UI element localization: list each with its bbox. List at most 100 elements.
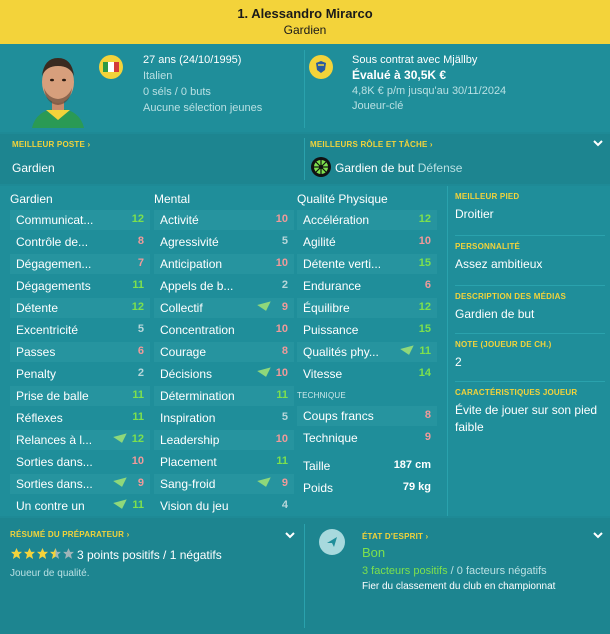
attribute-value: 2	[281, 279, 288, 291]
attribute-name: Relances à l...	[16, 433, 93, 447]
mood-label[interactable]: ÉTAT D'ESPRIT ›	[362, 532, 428, 541]
attribute-row[interactable]: Détente 12	[10, 298, 150, 318]
attribute-row[interactable]: Activité 10	[154, 210, 294, 230]
attribute-row[interactable]: Collectif 9	[154, 298, 294, 318]
attribute-name: Leadership	[160, 433, 220, 447]
attribute-row[interactable]: Appels de b... 2	[154, 276, 294, 296]
contract-club[interactable]: Sous contrat avec Mjällby	[352, 54, 477, 66]
attribute-row[interactable]: Endurance 6	[297, 276, 437, 296]
divider	[455, 333, 605, 334]
best-position-label[interactable]: MEILLEUR POSTE ›	[12, 140, 90, 149]
attribute-row[interactable]: Inspiration 5	[154, 408, 294, 428]
attribute-value: 11	[276, 389, 288, 401]
attribute-value: 14	[418, 367, 431, 379]
attribute-row[interactable]: Prise de balle 11	[10, 386, 150, 406]
mood-separator: /	[450, 565, 454, 577]
attribute-name: Courage	[160, 345, 207, 359]
star-icon	[50, 548, 61, 559]
info-value: 2	[455, 355, 462, 369]
attribute-row[interactable]: Vitesse 14	[297, 364, 437, 384]
attribute-row[interactable]: Communicat... 12	[10, 210, 150, 230]
divider	[304, 138, 305, 180]
attribute-value: 11	[419, 345, 431, 357]
info-label: MEILLEUR PIED	[455, 192, 520, 201]
attribute-row[interactable]: Accélération 12	[297, 210, 437, 230]
attribute-name: Détermination	[160, 389, 235, 403]
technique-attributes: Coups francs 8 Technique 9	[297, 406, 437, 450]
physical-header: Qualité Physique	[297, 192, 388, 206]
attribute-value: 10	[418, 235, 431, 247]
best-role-label[interactable]: MEILLEURS RÔLE ET TÂCHE ›	[310, 140, 433, 149]
attribute-row[interactable]: Décisions 10	[154, 364, 294, 384]
player-position: Gardien	[283, 23, 327, 37]
attribute-name: Endurance	[303, 279, 362, 293]
attribute-row[interactable]: Technique 9	[297, 428, 437, 448]
attribute-name: Passes	[16, 345, 56, 359]
attribute-row[interactable]: Contrôle de... 8	[10, 232, 150, 252]
attribute-row[interactable]: Sorties dans... 9	[10, 474, 150, 494]
attribute-row[interactable]: Coups francs 8	[297, 406, 437, 426]
player-value: Évalué à 30,5K €	[352, 68, 447, 82]
attribute-value: 12	[418, 213, 431, 225]
attribute-value: 10	[275, 367, 288, 379]
attribute-row[interactable]: Agressivité 5	[154, 232, 294, 252]
attribute-row[interactable]: Passes 6	[10, 342, 150, 362]
attribute-row[interactable]: Équilibre 12	[297, 298, 437, 318]
mood-value: Bon	[362, 545, 386, 560]
nationality: Italien	[143, 70, 173, 82]
age-line: 27 ans (24/10/1995)	[143, 54, 242, 66]
attribute-value: 8	[137, 235, 144, 247]
attribute-value: 9	[281, 301, 288, 313]
attribute-row[interactable]: Sorties dans... 10	[10, 452, 150, 472]
attribute-value: 5	[281, 235, 288, 247]
attribute-row[interactable]: Vision du jeu 4	[154, 496, 294, 516]
attribute-name: Dégagements	[16, 279, 91, 293]
attribute-row[interactable]: Qualités phy... 11	[297, 342, 437, 362]
info-value: Évite de jouer sur son pied faible	[455, 403, 598, 434]
coach-report-label[interactable]: RÉSUMÉ DU PRÉPARATEUR ›	[10, 530, 129, 539]
attribute-name: Agressivité	[160, 235, 219, 249]
attribute-row[interactable]: Un contre un 11	[10, 496, 150, 516]
club-badge-icon[interactable]	[308, 54, 334, 80]
attribute-row[interactable]: Dégagements 11	[10, 276, 150, 296]
attribute-row[interactable]: Relances à l... 12	[10, 430, 150, 450]
attribute-name: Coups francs	[303, 409, 374, 423]
chevron-down-icon[interactable]	[591, 136, 605, 150]
height-label: Taille	[303, 459, 331, 473]
attribute-name: Vision du jeu	[160, 499, 229, 513]
chevron-down-icon[interactable]	[283, 528, 297, 542]
info-label: PERSONNALITÉ	[455, 242, 521, 251]
attribute-row[interactable]: Anticipation 10	[154, 254, 294, 274]
attribute-row[interactable]: Placement 11	[154, 452, 294, 472]
attribute-row[interactable]: Détermination 11	[154, 386, 294, 406]
attribute-row[interactable]: Concentration 10	[154, 320, 294, 340]
attribute-name: Réflexes	[16, 411, 63, 425]
goalkeeping-attributes: Communicat... 12 Contrôle de... 8 Dégagemen.…	[10, 210, 150, 520]
attribute-name: Sorties dans...	[16, 455, 93, 469]
attribute-row[interactable]: Excentricité 5	[10, 320, 150, 340]
attribute-name: Dégagemen...	[16, 257, 92, 271]
player-overview: 27 ans (24/10/1995) Italien 0 séls / 0 b…	[0, 44, 610, 132]
attribute-row[interactable]: Puissance 15	[297, 320, 437, 340]
attribute-row[interactable]: Leadership 10	[154, 430, 294, 450]
attribute-row[interactable]: Détente verti... 15	[297, 254, 437, 274]
coach-points: 3 points positifs / 1 négatifs	[77, 548, 222, 562]
attribute-name: Accélération	[303, 213, 370, 227]
bottom-panels: RÉSUMÉ DU PRÉPARATEUR › 3 points positif…	[0, 518, 610, 634]
best-position-value: Gardien	[12, 161, 55, 175]
chevron-down-icon[interactable]	[591, 528, 605, 542]
attribute-name: Inspiration	[160, 411, 216, 425]
attribute-row[interactable]: Courage 8	[154, 342, 294, 362]
info-label: DESCRIPTION DES MÉDIAS	[455, 292, 567, 301]
attribute-value: 11	[132, 411, 144, 423]
attribute-name: Technique	[303, 431, 358, 445]
attribute-name: Activité	[160, 213, 199, 227]
attribute-name: Sorties dans...	[16, 477, 93, 491]
attribute-name: Équilibre	[303, 301, 350, 315]
attribute-row[interactable]: Agilité 10	[297, 232, 437, 252]
attribute-row[interactable]: Réflexes 11	[10, 408, 150, 428]
attribute-row[interactable]: Penalty 2	[10, 364, 150, 384]
attribute-row[interactable]: Sang-froid 9	[154, 474, 294, 494]
italy-flag-icon	[99, 55, 123, 79]
attribute-row[interactable]: Dégagemen... 7	[10, 254, 150, 274]
